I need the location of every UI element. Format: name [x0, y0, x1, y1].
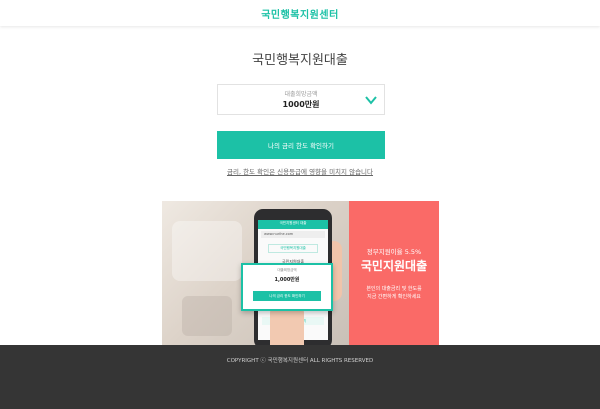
promo-text-panel: 정부지원이율 5.5% 국민지원대출 본인의 대출금리 및 한도를 지금 간편하…: [349, 201, 439, 346]
promo-photo: 국민지원센터 대출 www.nurihe.com 국민행복지원대출 국민지원대출…: [162, 201, 349, 346]
phone-card-value: 1,000만원: [274, 277, 300, 283]
phone-amount-card: 대출희망금액 1,000만원 나의 금리 한도 확인하기: [241, 263, 333, 311]
copyright-text: COPYRIGHT ⓒ 국민행복지원센터 ALL RIGHTS RESERVED: [226, 358, 374, 364]
promo-description-line: 지금 간편하게 확인하세요: [367, 294, 421, 300]
brand-logo[interactable]: 국민행복지원센터: [261, 6, 339, 21]
photo-background: [182, 296, 232, 336]
phone-screen-header-text: 국민지원센터 대출: [279, 221, 307, 225]
phone-screen-url: www.nurihe.com: [261, 231, 325, 238]
loan-amount-value: 1000만원: [282, 100, 320, 109]
photo-background: [172, 221, 242, 281]
phone-screen-header: 국민지원센터 대출: [258, 220, 328, 229]
promo-title: 국민지원대출: [360, 259, 428, 273]
promo-subtitle: 정부지원이율 5.5%: [366, 248, 422, 256]
phone-screen-pill: 국민행복지원대출: [268, 244, 318, 253]
loan-amount-label: 대출희망금액: [284, 91, 318, 98]
phone-card-button: 나의 금리 한도 확인하기: [253, 291, 321, 301]
promo-banner[interactable]: 국민지원센터 대출 www.nurihe.com 국민행복지원대출 국민지원대출…: [162, 201, 439, 346]
phone-card-label: 대출희망금액: [277, 268, 297, 272]
promo-description-line: 본인의 대출금리 및 한도를: [366, 286, 422, 292]
top-header: 국민행복지원센터: [0, 0, 600, 26]
credit-notice: 금리, 한도 확인은 신용등급에 영향을 미치지 않습니다: [0, 166, 600, 176]
page-title: 국민행복지원대출: [252, 53, 348, 68]
loan-amount-select[interactable]: 대출희망금액 1000만원: [217, 84, 385, 115]
check-rate-limit-button[interactable]: 나의 금리 한도 확인하기: [217, 131, 385, 159]
credit-notice-text[interactable]: 금리, 한도 확인은 신용등급에 영향을 미치지 않습니다: [227, 168, 373, 176]
chevron-down-icon[interactable]: [365, 95, 377, 105]
footer: COPYRIGHT ⓒ 국민행복지원센터 ALL RIGHTS RESERVED: [0, 345, 600, 409]
